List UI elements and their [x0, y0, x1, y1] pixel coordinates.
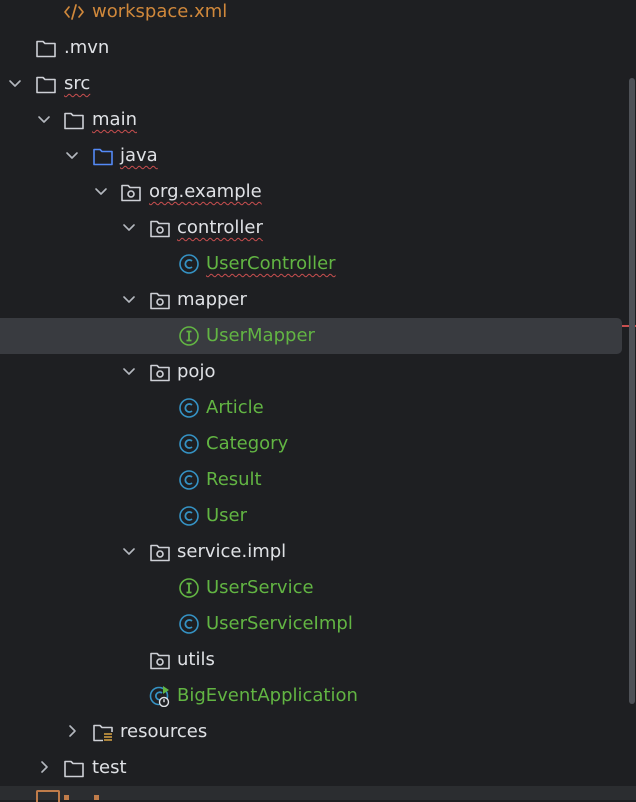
- tree-item-utils[interactable]: utils: [0, 642, 622, 678]
- tree-item-label: resources: [120, 721, 208, 742]
- tree-item-label: Category: [206, 433, 289, 454]
- tree-item-big-event-application[interactable]: BigEventApplication: [0, 678, 622, 714]
- xml-file-icon: [64, 4, 84, 20]
- tree-item-label: UserMapper: [206, 325, 315, 346]
- tree-item-label: test: [92, 757, 127, 778]
- folder-icon: [36, 790, 60, 802]
- class-icon: [179, 434, 199, 454]
- spring-boot-class-icon: [149, 685, 170, 707]
- package-icon: [150, 292, 170, 310]
- package-icon: [150, 652, 170, 670]
- chevron-right-icon[interactable]: [36, 759, 52, 775]
- chevron-down-icon[interactable]: [121, 219, 137, 235]
- package-icon: [121, 184, 141, 202]
- class-icon: [179, 254, 199, 274]
- tree-item-main[interactable]: main: [0, 102, 622, 138]
- tree-item-user-service-impl[interactable]: UserServiceImpl: [0, 606, 622, 642]
- chevron-down-icon[interactable]: [121, 363, 137, 379]
- tree-item-org-example[interactable]: org.example: [0, 174, 622, 210]
- chevron-down-icon[interactable]: [64, 147, 80, 163]
- tree-item-label: UserController: [206, 253, 336, 274]
- tree-item-label: workspace.xml: [92, 1, 228, 22]
- tree-item-label: BigEventApplication: [177, 685, 358, 706]
- folder-icon: [36, 76, 56, 94]
- source-folder-icon: [93, 148, 113, 166]
- tree-item-service-impl[interactable]: service.impl: [0, 534, 622, 570]
- chevron-right-icon[interactable]: [64, 723, 80, 739]
- tree-item-user-controller[interactable]: UserController: [0, 246, 622, 282]
- tree-item-category[interactable]: Category: [0, 426, 622, 462]
- package-icon: [150, 220, 170, 238]
- class-icon: [179, 614, 199, 634]
- tree-item-label: Result: [206, 469, 262, 490]
- tree-item-user-service[interactable]: UserService: [0, 570, 622, 606]
- chevron-down-icon[interactable]: [121, 543, 137, 559]
- class-icon: [179, 398, 199, 418]
- folder-icon: [36, 40, 56, 58]
- tree-item-label: java: [120, 145, 158, 166]
- tree-item-result[interactable]: Result: [0, 462, 622, 498]
- tree-item-pojo[interactable]: pojo: [0, 354, 622, 390]
- tree-item-label: UserServiceImpl: [206, 613, 353, 634]
- tree-item-label: pojo: [177, 361, 216, 382]
- chevron-down-icon[interactable]: [93, 183, 109, 199]
- tree-item-resources[interactable]: resources: [0, 714, 622, 750]
- tree-item-label: UserService: [206, 577, 314, 598]
- class-icon: [179, 470, 199, 490]
- chevron-down-icon[interactable]: [36, 111, 52, 127]
- tree-item-mvn[interactable]: .mvn: [0, 30, 622, 66]
- folder-icon: [64, 112, 84, 130]
- tree-item-test[interactable]: test: [0, 750, 622, 786]
- tree-item-label: org.example: [149, 181, 262, 202]
- tree-item-user-mapper[interactable]: UserMapper: [0, 318, 622, 354]
- tree-item-label: service.impl: [177, 541, 287, 562]
- chevron-down-icon[interactable]: [7, 75, 23, 91]
- interface-icon: [179, 326, 199, 346]
- package-icon: [150, 364, 170, 382]
- tree-item-label: Article: [206, 397, 264, 418]
- tree-item-user[interactable]: User: [0, 498, 622, 534]
- class-icon: [179, 506, 199, 526]
- folder-icon: [64, 760, 84, 778]
- tree-item-article[interactable]: Article: [0, 390, 622, 426]
- tree-item-java[interactable]: java: [0, 138, 622, 174]
- resources-folder-icon: [93, 724, 114, 743]
- tree-item-label: utils: [177, 649, 215, 670]
- tree-item-src[interactable]: src: [0, 66, 622, 102]
- tree-item-label: main: [92, 109, 137, 130]
- tree-item-label: mapper: [177, 289, 247, 310]
- partial-row-label: [64, 795, 99, 800]
- tree-item-workspace-xml[interactable]: workspace.xml: [0, 0, 622, 30]
- tree-item-label: controller: [177, 217, 263, 238]
- chevron-down-icon[interactable]: [121, 291, 137, 307]
- tree-item-label: src: [64, 73, 91, 94]
- tree-item-label: User: [206, 505, 248, 526]
- vertical-scrollbar[interactable]: [629, 78, 635, 704]
- interface-icon: [179, 578, 199, 598]
- tree-item-label: .mvn: [64, 37, 110, 58]
- tree-item-mapper[interactable]: mapper: [0, 282, 622, 318]
- package-icon: [150, 544, 170, 562]
- tree-item-controller[interactable]: controller: [0, 210, 622, 246]
